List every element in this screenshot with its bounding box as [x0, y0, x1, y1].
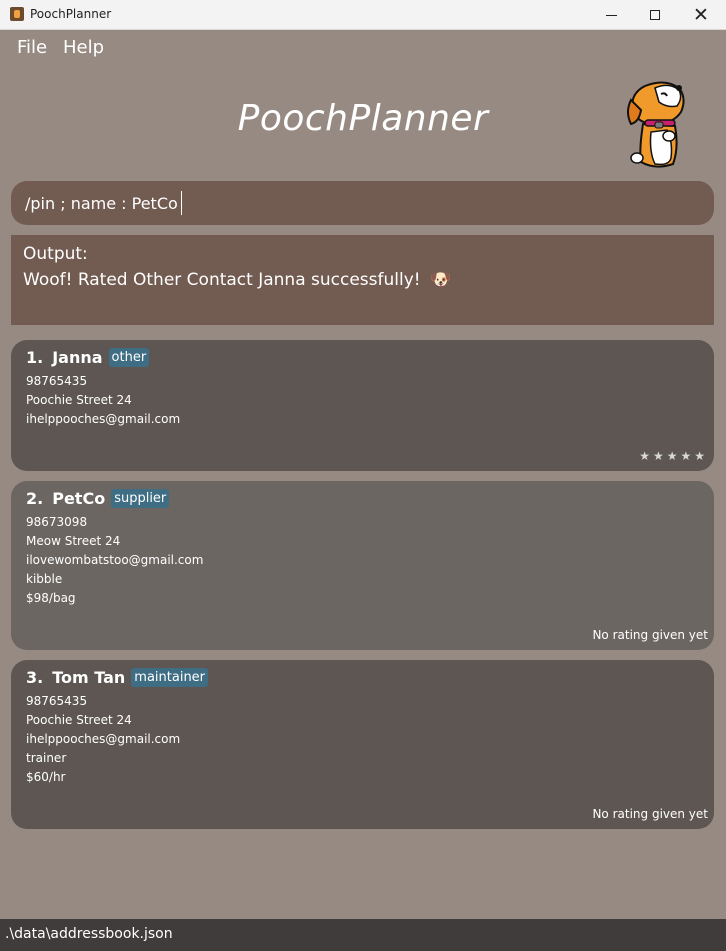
- contact-header: 1. Janna other: [26, 348, 150, 367]
- close-button[interactable]: ✕: [678, 0, 724, 30]
- menu-bar: File Help: [0, 30, 726, 66]
- text-cursor: [181, 191, 182, 215]
- menu-file[interactable]: File: [17, 37, 47, 58]
- app-title: PoochPlanner: [237, 98, 489, 139]
- contact-card[interactable]: 1. Janna other 98765435 Poochie Street 2…: [11, 340, 714, 471]
- rating-text: No rating given yet: [592, 807, 708, 821]
- contact-name: Janna: [52, 348, 103, 367]
- contact-tag: other: [108, 348, 150, 367]
- contact-salary: $60/hr: [26, 770, 66, 784]
- contact-address: Poochie Street 24: [26, 393, 132, 407]
- status-bar: .\data\addressbook.json: [0, 919, 726, 951]
- contact-card[interactable]: 3. Tom Tan maintainer 98765435 Poochie S…: [11, 660, 714, 829]
- minimize-button[interactable]: [588, 0, 634, 30]
- contact-card[interactable]: 2. PetCo supplier 98673098 Meow Street 2…: [11, 481, 714, 650]
- contact-name: PetCo: [52, 489, 106, 508]
- minimize-icon: [605, 14, 617, 16]
- save-location: .\data\addressbook.json: [5, 926, 173, 942]
- result-message-row: Woof! Rated Other Contact Janna successf…: [23, 270, 451, 290]
- contact-address: Poochie Street 24: [26, 713, 132, 727]
- rating-text: No rating given yet: [592, 628, 708, 642]
- command-box: [11, 181, 714, 225]
- contact-header: 3. Tom Tan maintainer: [26, 668, 209, 687]
- maximize-button[interactable]: [632, 0, 678, 30]
- result-label: Output:: [23, 244, 88, 264]
- contact-tag: supplier: [111, 489, 170, 508]
- contact-index: 3.: [26, 668, 44, 687]
- contact-index: 1.: [26, 348, 44, 367]
- contact-phone: 98765435: [26, 694, 88, 708]
- contact-address: Meow Street 24: [26, 534, 121, 548]
- menu-help[interactable]: Help: [63, 37, 104, 58]
- window-titlebar: PoochPlanner ✕: [0, 0, 726, 30]
- contact-index: 2.: [26, 489, 44, 508]
- contact-name: Tom Tan: [52, 668, 126, 687]
- contact-product: kibble: [26, 572, 63, 586]
- dog-emoji-icon: 🐶: [430, 270, 452, 290]
- result-message: Woof! Rated Other Contact Janna successf…: [23, 270, 421, 290]
- contact-email: ihelppooches@gmail.com: [26, 412, 181, 426]
- contact-header: 2. PetCo supplier: [26, 489, 170, 508]
- result-display: Output: Woof! Rated Other Contact Janna …: [11, 235, 714, 325]
- contact-phone: 98673098: [26, 515, 88, 529]
- close-icon: ✕: [693, 4, 709, 26]
- maximize-icon: [650, 10, 660, 20]
- window-title: PoochPlanner: [30, 7, 112, 21]
- command-input[interactable]: [25, 192, 685, 214]
- app-icon: [10, 7, 24, 21]
- rating-stars: ★★★★★: [639, 449, 708, 463]
- contact-tag: maintainer: [131, 668, 209, 687]
- contact-phone: 98765435: [26, 374, 88, 388]
- contact-email: ilovewombatstoo@gmail.com: [26, 553, 204, 567]
- contact-price: $98/bag: [26, 591, 76, 605]
- dog-mascot-icon: [625, 72, 689, 172]
- contact-skill: trainer: [26, 751, 67, 765]
- contact-email: ihelppooches@gmail.com: [26, 732, 181, 746]
